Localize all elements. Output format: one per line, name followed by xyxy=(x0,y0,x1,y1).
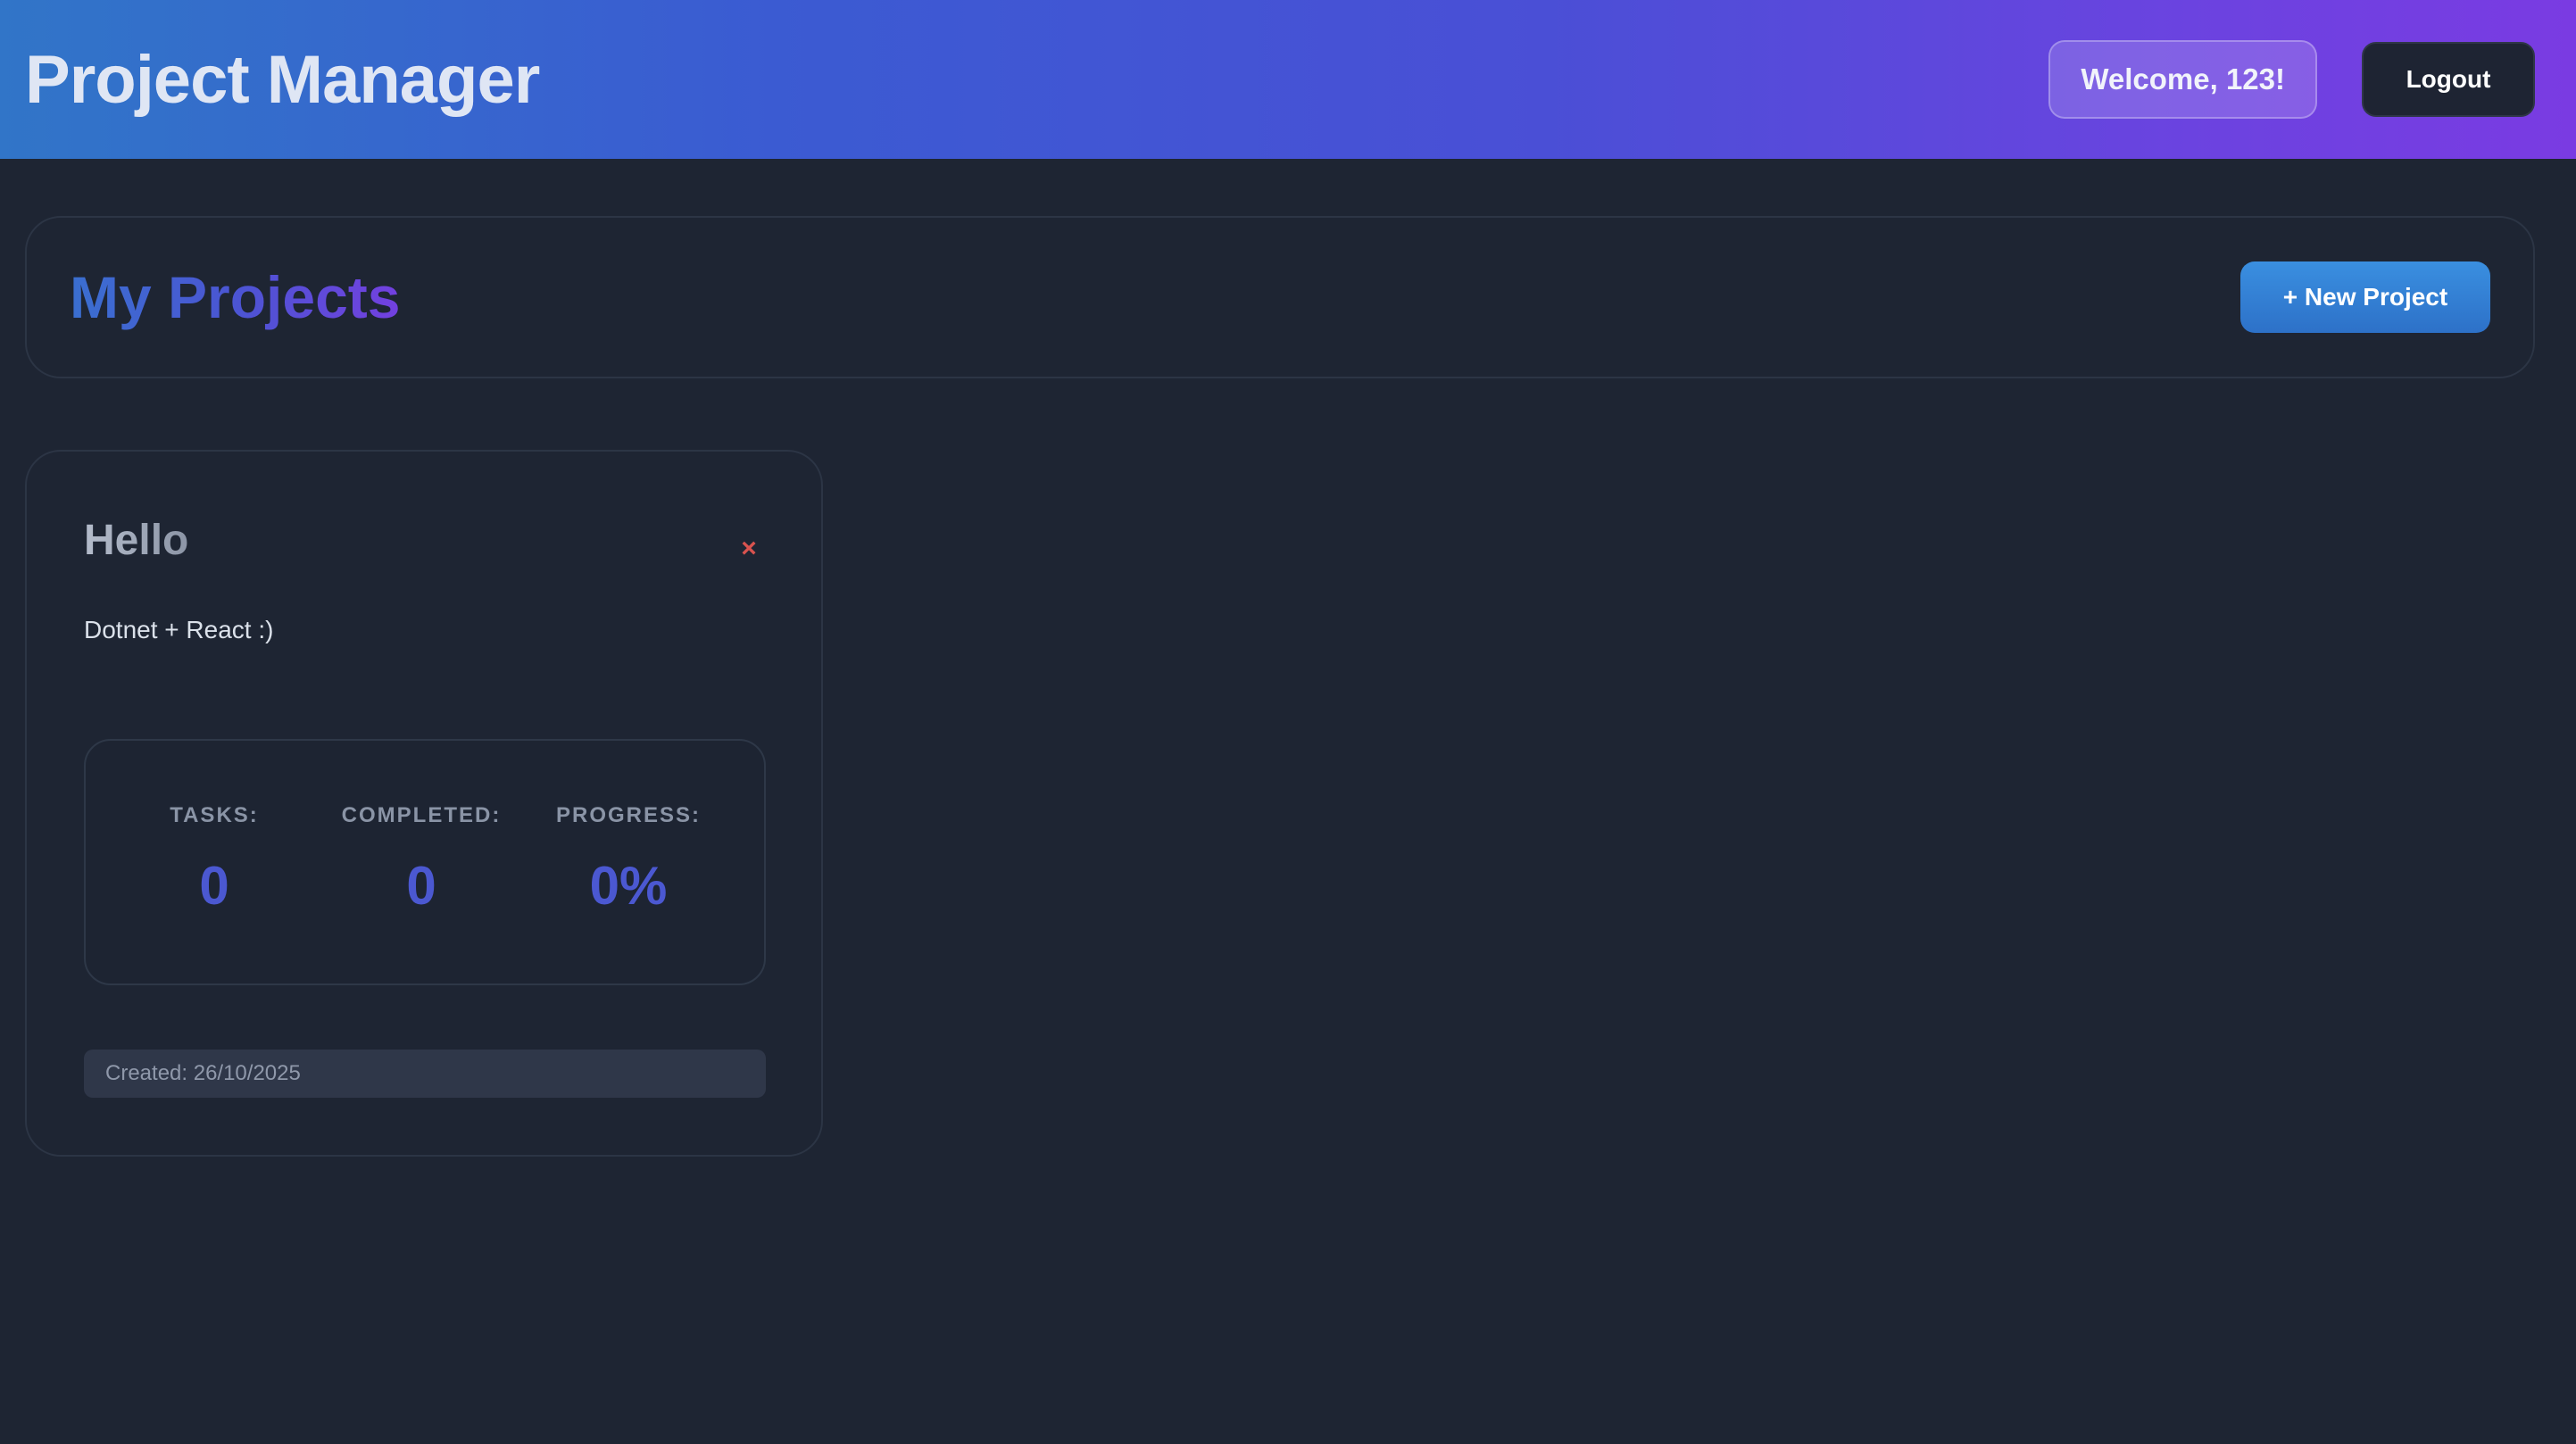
stat-tasks: TASKS: 0 xyxy=(116,803,312,917)
stat-tasks-value: 0 xyxy=(199,856,229,916)
project-title: Hello xyxy=(84,517,189,564)
stat-progress: PROGRESS: 0% xyxy=(530,803,727,917)
project-card[interactable]: Hello × Dotnet + React :) TASKS: 0 COMPL… xyxy=(25,450,823,1157)
stat-completed: COMPLETED: 0 xyxy=(323,803,519,917)
stat-tasks-label: TASKS: xyxy=(170,803,259,827)
project-stats: TASKS: 0 COMPLETED: 0 PROGRESS: 0% xyxy=(84,739,766,985)
stat-completed-value: 0 xyxy=(406,856,436,916)
stat-progress-label: PROGRESS: xyxy=(555,803,702,827)
stat-completed-label: COMPLETED: xyxy=(341,803,502,827)
new-project-button[interactable]: + New Project xyxy=(2240,261,2490,333)
app-title: Project Manager xyxy=(25,41,540,118)
project-description: Dotnet + React :) xyxy=(84,616,274,643)
projects-toolbar: My Projects + New Project xyxy=(25,216,2535,378)
header-actions: Welcome, 123! Logout xyxy=(2048,40,2535,119)
close-icon[interactable]: × xyxy=(728,528,769,569)
welcome-badge: Welcome, 123! xyxy=(2048,40,2317,119)
logout-button[interactable]: Logout xyxy=(2362,42,2535,117)
page-title: My Projects xyxy=(70,264,401,330)
stat-progress-value: 0% xyxy=(589,856,668,916)
app-header: Project Manager Welcome, 123! Logout xyxy=(0,0,2576,159)
created-date: Created: 26/10/2025 xyxy=(84,1050,766,1098)
